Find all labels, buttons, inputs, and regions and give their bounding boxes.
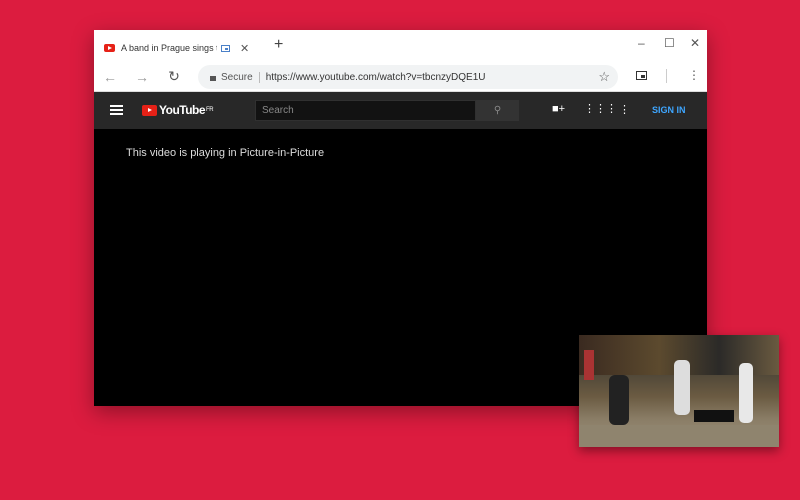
close-tab-icon[interactable]: ✕ (240, 42, 249, 55)
secure-label: Secure (221, 71, 260, 83)
url-text: https://www.youtube.com/watch?v=tbcnzyDQ… (265, 71, 486, 83)
tab-bar: A band in Prague sings the ✕ + – ☐ ✕ (94, 30, 707, 62)
lock-icon (210, 75, 216, 81)
toolbar-divider (666, 69, 667, 83)
youtube-logo[interactable]: YouTube FR (142, 103, 214, 117)
maximize-button[interactable]: ☐ (664, 36, 675, 50)
picture-in-picture-window[interactable] (579, 335, 779, 447)
more-options-icon[interactable]: ⋮ (619, 103, 630, 116)
sign-in-button[interactable]: SIGN IN (652, 105, 686, 115)
chrome-menu-icon[interactable]: ⋮ (688, 68, 700, 82)
search-input[interactable]: Search (255, 100, 476, 121)
bookmark-star-icon[interactable]: ☆ (598, 69, 610, 85)
menu-icon[interactable] (110, 105, 123, 115)
tab-title: A band in Prague sings the (121, 43, 217, 53)
region-code: FR (206, 107, 214, 113)
back-button[interactable]: ← (94, 69, 126, 85)
pip-extension-icon[interactable] (636, 71, 647, 80)
apps-grid-icon[interactable]: ⋮⋮⋮ (584, 102, 617, 115)
youtube-header: YouTube FR Search ⚲ ■+ ⋮⋮⋮ ⋮ SIGN IN (94, 92, 707, 129)
search-button[interactable]: ⚲ (476, 100, 519, 121)
upload-video-icon[interactable]: ■+ (552, 103, 565, 115)
close-window-button[interactable]: ✕ (690, 36, 700, 50)
picture-in-picture-icon (221, 44, 230, 52)
logo-text: YouTube (159, 103, 206, 117)
pip-message: This video is playing in Picture-in-Pict… (126, 147, 325, 159)
address-bar[interactable]: Secure https://www.youtube.com/watch?v=t… (198, 65, 618, 89)
new-tab-button[interactable]: + (274, 36, 283, 54)
youtube-favicon-icon (104, 44, 115, 52)
forward-button[interactable]: → (126, 69, 158, 85)
minimize-button[interactable]: – (638, 36, 645, 50)
reload-button[interactable]: ↻ (158, 68, 190, 85)
youtube-play-icon (142, 104, 157, 116)
tab[interactable]: A band in Prague sings the ✕ (104, 34, 264, 62)
